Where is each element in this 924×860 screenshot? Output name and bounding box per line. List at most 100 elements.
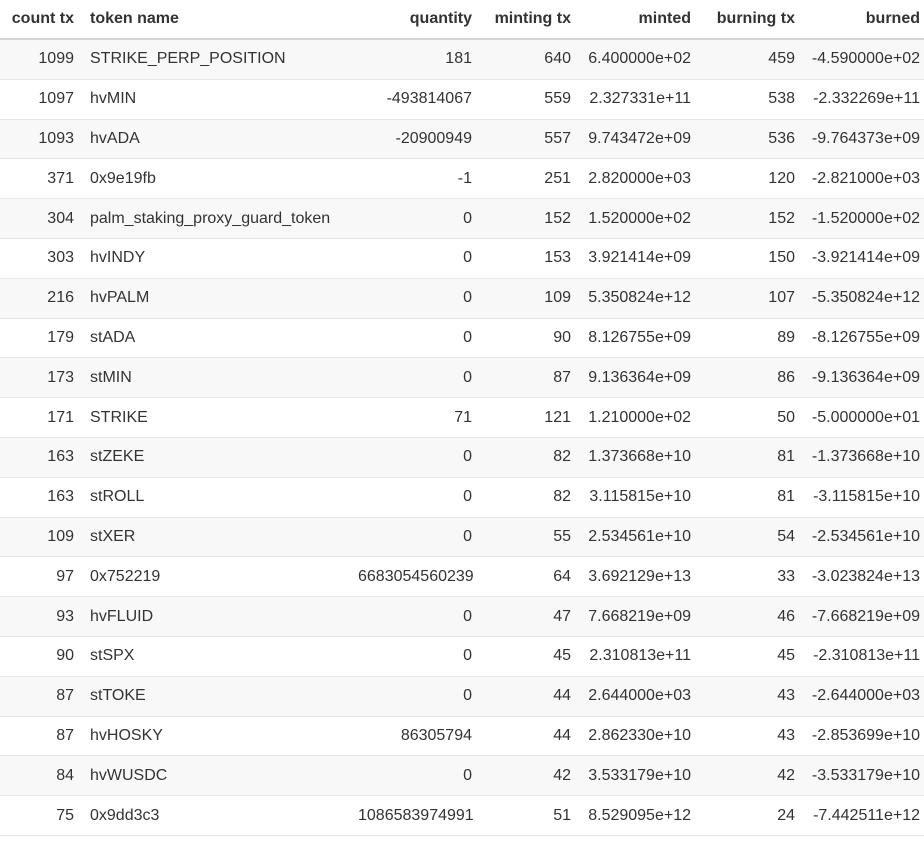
cell-token-name: stZEKE	[82, 437, 350, 478]
cell-burning-tx: 45	[699, 636, 803, 677]
cell-minting-tx: 90	[480, 318, 579, 359]
cell-burned: -3.023824e+13	[803, 556, 924, 598]
table-row: 304 palm_staking_proxy_guard_token 0 152 1.5…	[0, 198, 924, 239]
header-row: count tx token name quantity minting tx …	[0, 0, 924, 40]
header-minted[interactable]: minted	[579, 0, 699, 40]
cell-minting-tx: 557	[480, 119, 579, 160]
cell-quantity: -493814067	[350, 79, 480, 120]
table-row: 216 hvPALM 0 109 5.350824e+12 107 -5.350824e+1…	[0, 278, 924, 319]
table-row: 84 hvWUSDC 0 42 3.533179e+10 42 -3.533179e+10	[0, 755, 924, 797]
cell-burned: -2.534561e+10	[803, 517, 924, 558]
cell-minted: 9.136364e+09	[579, 357, 699, 399]
cell-burning-tx: 43	[699, 716, 803, 757]
cell-count-tx: 109	[0, 517, 82, 558]
cell-minted: 3.692129e+13	[579, 556, 699, 598]
cell-burned: -2.310813e+11	[803, 636, 924, 677]
cell-minted: 3.115815e+10	[579, 477, 699, 518]
cell-count-tx: 303	[0, 238, 82, 279]
cell-minting-tx: 51	[480, 795, 579, 836]
cell-minting-tx: 82	[480, 477, 579, 518]
cell-minting-tx: 55	[480, 517, 579, 558]
cell-token-name: hvMIN	[82, 79, 350, 120]
cell-burned: -2.853699e+10	[803, 716, 924, 757]
cell-quantity: 86305794	[350, 716, 480, 757]
cell-token-name: hvADA	[82, 119, 350, 160]
header-burned[interactable]: burned	[803, 0, 924, 40]
cell-count-tx: 171	[0, 397, 82, 438]
cell-minted: 2.644000e+03	[579, 676, 699, 717]
cell-minting-tx: 42	[480, 755, 579, 797]
cell-minted: 2.534561e+10	[579, 517, 699, 558]
cell-burning-tx: 152	[699, 198, 803, 239]
cell-quantity: 0	[350, 755, 480, 797]
table-row: 109 stXER 0 55 2.534561e+10 54 -2.534561e+10	[0, 517, 924, 558]
cell-burned: -3.533179e+10	[803, 755, 924, 797]
table-row: 1099 STRIKE_PERP_POSITION 181 640 6.400000e+…	[0, 39, 924, 80]
cell-count-tx: 87	[0, 676, 82, 717]
cell-minting-tx: 559	[480, 79, 579, 120]
table-container: count tx token name quantity minting tx …	[0, 0, 924, 860]
cell-burned: -5.000000e+01	[803, 397, 924, 438]
cell-burned: -1.373668e+10	[803, 437, 924, 478]
cell-minted: 1.373668e+10	[579, 437, 699, 478]
cell-minting-tx: 64	[480, 556, 579, 598]
cell-quantity: 181	[350, 39, 480, 80]
header-token-name[interactable]: token name	[82, 0, 350, 40]
table-row: 97 0x752219 6683054560239 64 3.692129e+13 33-…	[0, 556, 924, 598]
header-quantity[interactable]: quantity	[350, 0, 480, 40]
cell-token-name: hvWUSDC	[82, 755, 350, 797]
cell-burning-tx: 43	[699, 676, 803, 717]
cell-burned: -5.350824e+12	[803, 278, 924, 319]
cell-minting-tx: 87	[480, 357, 579, 399]
cell-count-tx: 304	[0, 198, 82, 239]
cell-count-tx: 173	[0, 357, 82, 399]
cell-token-name: 0x9dd3c3	[82, 795, 350, 836]
table-row: 87 stTOKE 0 44 2.644000e+03 43 -2.644000e+03	[0, 676, 924, 717]
cell-quantity: 0	[350, 596, 480, 637]
cell-burning-tx: 538	[699, 79, 803, 120]
cell-quantity: 71	[350, 397, 480, 438]
cell-minted: 3.921414e+09	[579, 238, 699, 279]
cell-minting-tx: 82	[480, 437, 579, 478]
cell-burned: -2.644000e+03	[803, 676, 924, 717]
table-row: 1097 hvMIN -493814067 559 2.327331e+11 538 -2.…	[0, 79, 924, 120]
cell-quantity: 0	[350, 636, 480, 677]
cell-quantity: -20900949	[350, 119, 480, 160]
cell-quantity: 0	[350, 238, 480, 279]
cell-burning-tx: 46	[699, 596, 803, 637]
header-count-tx[interactable]: count tx	[0, 0, 82, 40]
cell-burned: -2.332269e+11	[803, 79, 924, 120]
cell-quantity: 0	[350, 357, 480, 399]
cell-token-name: stXER	[82, 517, 350, 558]
header-minting-tx[interactable]: minting tx	[480, 0, 579, 40]
cell-token-name: stADA	[82, 318, 350, 359]
cell-minted: 3.533179e+10	[579, 755, 699, 797]
cell-minted: 7.668219e+09	[579, 596, 699, 637]
table-row: 173 stMIN 0 87 9.136364e+09 86 -9.136364e+09	[0, 357, 924, 399]
cell-minted: 1.520000e+02	[579, 198, 699, 239]
cell-burning-tx: 86	[699, 357, 803, 399]
cell-minting-tx: 640	[480, 39, 579, 80]
cell-token-name: STRIKE_PERP_POSITION	[82, 39, 350, 80]
table-row: 371 0x9e19fb -1 251 2.820000e+03 120 -2.821000…	[0, 158, 924, 200]
cell-minting-tx: 47	[480, 596, 579, 637]
cell-minting-tx: 152	[480, 198, 579, 239]
cell-burning-tx: 33	[699, 556, 803, 598]
cell-burning-tx: 120	[699, 158, 803, 200]
cell-minting-tx: 109	[480, 278, 579, 319]
cell-count-tx: 179	[0, 318, 82, 359]
cell-token-name: stTOKE	[82, 676, 350, 717]
cell-quantity: 0	[350, 318, 480, 359]
cell-quantity: 0	[350, 437, 480, 478]
cell-minting-tx: 45	[480, 636, 579, 677]
cell-burned: -3.115815e+10	[803, 477, 924, 518]
table-row: 179 stADA 0 90 8.126755e+09 89 -8.126755e+09	[0, 318, 924, 359]
header-burning-tx[interactable]: burning tx	[699, 0, 803, 40]
cell-token-name: hvINDY	[82, 238, 350, 279]
cell-token-name: stMIN	[82, 357, 350, 399]
cell-count-tx: 93	[0, 596, 82, 637]
table-row: 163 stZEKE 0 82 1.373668e+10 81 -1.373668e+10	[0, 437, 924, 478]
cell-count-tx: 75	[0, 795, 82, 836]
cell-burning-tx: 50	[699, 397, 803, 438]
cell-minted: 2.862330e+10	[579, 716, 699, 757]
